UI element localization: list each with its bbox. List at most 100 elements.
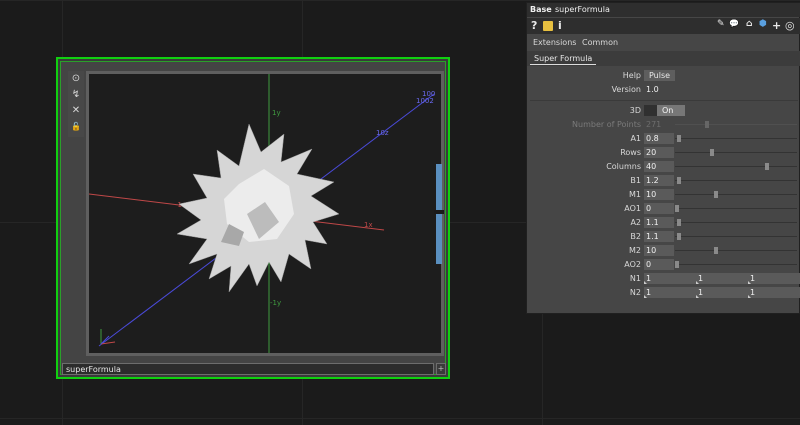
node-name: superFormula xyxy=(66,365,121,374)
param-slider[interactable] xyxy=(675,261,797,268)
number-of-points-field: 271 xyxy=(646,120,662,129)
param-value-field[interactable]: 10 xyxy=(644,189,674,200)
param-value-field[interactable]: 1.1 xyxy=(644,217,674,228)
y-neg-label: -1y xyxy=(270,299,281,307)
param-slider[interactable] xyxy=(675,177,797,184)
param-slider[interactable] xyxy=(675,149,797,156)
param-value-field[interactable]: 0 xyxy=(644,259,674,270)
param-row-3d: 3D On xyxy=(527,105,800,116)
param-label: Rows xyxy=(620,148,641,157)
page-tabs: Extensions Common xyxy=(527,36,800,49)
comment-icon[interactable]: 💬 xyxy=(729,19,739,28)
home-icon[interactable]: ⊙ xyxy=(68,71,84,87)
lock-icon[interactable]: 🔓 xyxy=(68,119,84,135)
info-icon[interactable]: i xyxy=(558,19,562,32)
param-value-field[interactable]: 1 xyxy=(748,287,800,298)
target-icon[interactable]: ◎ xyxy=(785,19,795,32)
slider-thumb[interactable] xyxy=(677,135,681,142)
op-name-field[interactable]: superFormula xyxy=(555,5,610,14)
param-row-a1: A1 0.8 xyxy=(527,133,800,144)
number-of-points-slider xyxy=(675,121,797,128)
slider-thumb[interactable] xyxy=(677,219,681,226)
scrollbar-notch xyxy=(434,210,444,214)
selected-node[interactable]: ⊙ ↯ ✕ 🔓 1y -1y -1x 1x 10z 100 1002 1z xyxy=(56,57,450,379)
viewer-scrollbar[interactable] xyxy=(436,164,442,264)
divider xyxy=(530,100,798,101)
param-label: Number of Points xyxy=(572,120,641,129)
param-value-field[interactable]: 1 xyxy=(696,273,748,284)
param-value-field[interactable]: 40 xyxy=(644,161,674,172)
param-slider[interactable] xyxy=(675,205,797,212)
param-label: N1 xyxy=(629,274,641,283)
tab-super-formula[interactable]: Super Formula xyxy=(530,53,597,65)
slider-thumb[interactable] xyxy=(714,247,718,254)
param-label: M1 xyxy=(629,190,641,199)
param-row-b1: B1 1.2 xyxy=(527,175,800,186)
toggle-3d-indicator[interactable] xyxy=(644,105,657,116)
x-pos-label: 1x xyxy=(364,221,373,229)
op-type-label: Base xyxy=(530,5,552,14)
param-row-n2: N2 1 1 1 xyxy=(527,287,800,298)
param-slider[interactable] xyxy=(675,191,797,198)
edit-icon[interactable]: ✎ xyxy=(717,19,725,29)
slider-thumb[interactable] xyxy=(675,261,679,268)
slider-thumb[interactable] xyxy=(677,177,681,184)
page-tabs-active: Super Formula xyxy=(527,51,800,66)
add-icon[interactable]: + xyxy=(772,19,781,32)
param-value-field[interactable]: 20 xyxy=(644,147,674,158)
node-name-bar[interactable]: superFormula xyxy=(62,363,434,375)
param-slider[interactable] xyxy=(675,219,797,226)
param-value-field[interactable]: 1 xyxy=(644,287,696,298)
param-slider[interactable] xyxy=(675,135,797,142)
python-icon[interactable]: ⬢ xyxy=(759,19,767,29)
close-icon[interactable]: ✕ xyxy=(68,103,84,119)
param-value-field[interactable]: 1.1 xyxy=(644,231,674,242)
z-1002-label: 1002 xyxy=(416,97,434,105)
param-label: B2 xyxy=(630,232,641,241)
wave-icon[interactable]: ↯ xyxy=(68,87,84,103)
slider-thumb[interactable] xyxy=(677,233,681,240)
node-add-button[interactable]: + xyxy=(436,363,446,375)
param-row-m2: M2 10 xyxy=(527,245,800,256)
viewer-toolbar: ⊙ ↯ ✕ 🔓 xyxy=(68,71,84,137)
toggle-3d-button[interactable]: On xyxy=(657,105,685,116)
y-pos-label: 1y xyxy=(272,109,281,117)
slider-thumb[interactable] xyxy=(710,149,714,156)
panel-header: Base superFormula xyxy=(527,3,800,17)
superformula-shape xyxy=(176,123,340,293)
slider-thumb[interactable] xyxy=(675,205,679,212)
panel-icon-bar: ? i ✎ 💬 ⌂ ⬢ + ◎ xyxy=(527,18,800,34)
tab-common[interactable]: Common xyxy=(582,38,618,47)
param-row-a2: A2 1.1 xyxy=(527,217,800,228)
tab-extensions[interactable]: Extensions xyxy=(533,38,576,47)
param-row-help: Help Pulse xyxy=(527,70,800,81)
param-value-field[interactable]: 1 xyxy=(748,273,800,284)
help-pulse-button[interactable]: Pulse xyxy=(644,70,676,81)
slider-thumb[interactable] xyxy=(714,191,718,198)
param-value-field[interactable]: 1.2 xyxy=(644,175,674,186)
3d-viewport[interactable]: 1y -1y -1x 1x 10z 100 1002 1z xyxy=(86,71,444,356)
param-label: 3D xyxy=(629,106,641,115)
param-label: AO1 xyxy=(624,204,641,213)
param-value-field[interactable]: 0.8 xyxy=(644,133,674,144)
origin-gizmo xyxy=(100,329,116,345)
parameter-panel: Base superFormula ? i ✎ 💬 ⌂ ⬢ + ◎ Extens… xyxy=(526,2,800,314)
param-label: Version xyxy=(611,85,641,94)
param-row-rows: Rows 20 xyxy=(527,147,800,158)
param-label: Columns xyxy=(606,162,641,171)
param-slider[interactable] xyxy=(675,247,797,254)
param-slider[interactable] xyxy=(675,163,797,170)
python-doc-icon[interactable] xyxy=(543,21,553,31)
param-slider[interactable] xyxy=(675,233,797,240)
param-value-field[interactable]: 10 xyxy=(644,245,674,256)
network-grid-line xyxy=(0,0,800,1)
slider-thumb[interactable] xyxy=(765,163,769,170)
param-value-field[interactable]: 1 xyxy=(696,287,748,298)
help-icon[interactable]: ? xyxy=(531,19,537,32)
param-label: N2 xyxy=(629,288,641,297)
clone-icon[interactable]: ⌂ xyxy=(746,19,752,29)
param-value-field[interactable]: 1 xyxy=(644,273,696,284)
param-value-field[interactable]: 0 xyxy=(644,203,674,214)
param-row-ao2: AO2 0 xyxy=(527,259,800,270)
param-label: A1 xyxy=(630,134,641,143)
